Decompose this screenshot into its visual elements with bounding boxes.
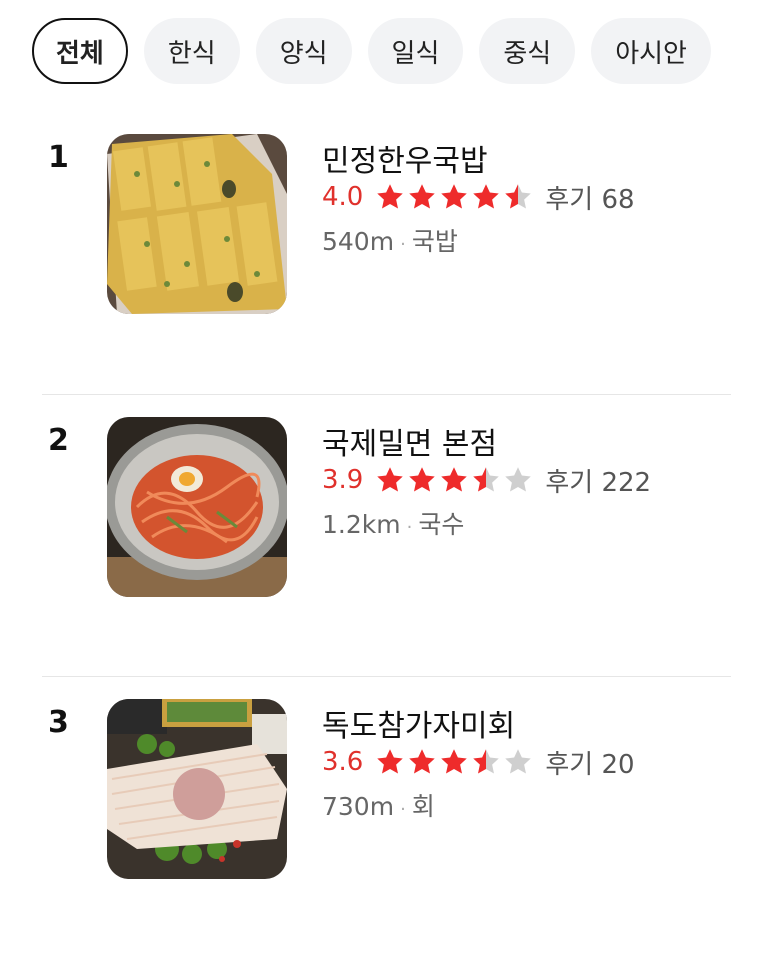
review-count[interactable]: 후기 222 [545, 462, 651, 499]
pancake-photo-icon[interactable] [107, 134, 287, 314]
star-filled-icon [377, 749, 404, 774]
star-filled-icon [409, 749, 436, 774]
separator-dot: · [400, 234, 406, 255]
filter-chip-asian[interactable]: 아시안 [591, 18, 711, 84]
restaurant-meta: 730m · 회 [322, 787, 435, 823]
restaurant-name[interactable]: 국제밀면 본점 [322, 419, 497, 463]
filter-chip-all[interactable]: 전체 [32, 18, 128, 84]
food-category: 회 [411, 792, 435, 821]
star-empty-icon [505, 467, 532, 492]
distance: 1.2km [322, 510, 401, 539]
star-filled-icon [377, 184, 404, 209]
star-half-icon [473, 467, 500, 492]
filter-chip-western[interactable]: 양식 [255, 18, 352, 84]
star-filled-icon [473, 184, 500, 209]
separator-dot: · [400, 799, 406, 820]
rating-row: 3.6 후기 20 [322, 744, 635, 781]
restaurant-name[interactable]: 독도참가자미회 [322, 701, 515, 745]
rating-score: 4.0 [322, 182, 364, 212]
star-half-icon [473, 749, 500, 774]
restaurant-meta: 540m · 국밥 [322, 222, 458, 258]
review-count[interactable]: 후기 20 [545, 744, 634, 781]
list-item[interactable]: 2 국제밀면 본점 3.9 후기 222 1.2km · 국수 [42, 394, 731, 676]
distance: 730m [322, 792, 395, 821]
star-filled-icon [377, 467, 404, 492]
distance: 540m [322, 227, 395, 256]
restaurant-name[interactable]: 민정한우국밥 [322, 136, 488, 180]
review-count[interactable]: 후기 68 [545, 179, 634, 216]
star-filled-icon [441, 467, 468, 492]
filter-chip-japanese[interactable]: 일식 [367, 18, 464, 84]
star-rating [375, 182, 533, 212]
star-filled-icon [409, 467, 436, 492]
filter-chip-korean[interactable]: 한식 [143, 18, 240, 84]
star-filled-icon [441, 184, 468, 209]
separator-dot: · [406, 517, 413, 538]
noodle-bowl-photo-icon[interactable] [107, 417, 287, 597]
rank-number: 3 [48, 705, 69, 740]
list-item[interactable]: 3 독도참가자미회 3.6 후기 20 730m · 회 [42, 676, 731, 958]
rating-row: 3.9 후기 222 [322, 462, 651, 499]
star-half-icon [505, 184, 532, 209]
list-item[interactable]: 1 민정한우국밥 4.0 후기 68 540m · 국밥 [0, 112, 773, 394]
food-category: 국수 [418, 510, 465, 539]
star-empty-icon [505, 749, 532, 774]
star-filled-icon [409, 184, 436, 209]
rating-score: 3.9 [322, 465, 364, 495]
rank-number: 1 [48, 140, 69, 175]
rating-score: 3.6 [322, 747, 364, 777]
rank-number: 2 [48, 423, 69, 458]
rating-row: 4.0 후기 68 [322, 179, 635, 216]
food-category: 국밥 [411, 227, 458, 256]
category-filter-bar: 전체 한식 양식 일식 중식 아시안 [32, 16, 711, 86]
star-rating [375, 747, 533, 777]
sashimi-platter-photo-icon[interactable] [107, 699, 287, 879]
filter-chip-chinese[interactable]: 중식 [479, 18, 576, 84]
star-rating [375, 465, 533, 495]
restaurant-meta: 1.2km · 국수 [322, 505, 464, 541]
star-filled-icon [441, 749, 468, 774]
restaurant-list: 1 민정한우국밥 4.0 후기 68 540m · 국밥 2 국제밀면 본점 3… [0, 112, 773, 958]
